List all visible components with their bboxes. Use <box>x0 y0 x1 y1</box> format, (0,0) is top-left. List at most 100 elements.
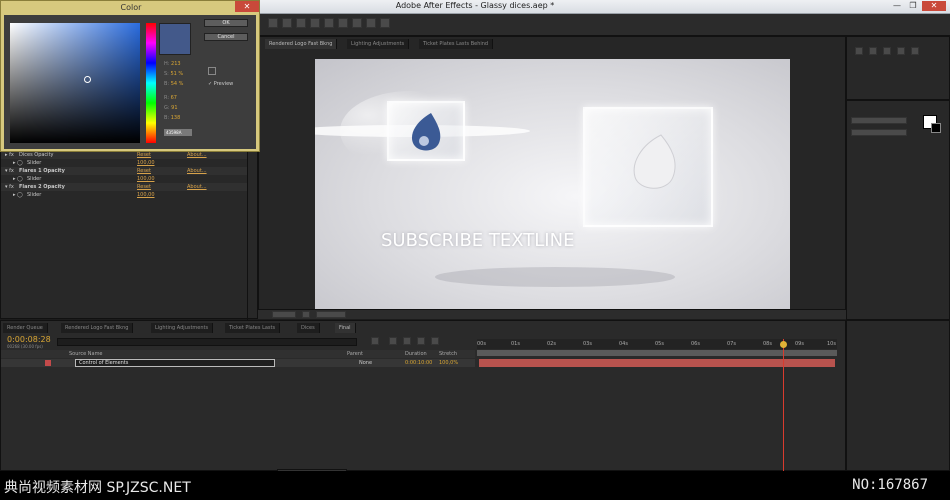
tool-pen[interactable] <box>366 18 376 28</box>
playhead-handle[interactable] <box>780 341 787 348</box>
tool-text[interactable] <box>380 18 390 28</box>
saturation-value[interactable]: 51 % <box>170 71 183 77</box>
paragraph-panel <box>846 320 950 471</box>
green-row: G: 91 <box>164 105 178 111</box>
close-button[interactable]: ✕ <box>922 1 946 11</box>
slider-value[interactable]: 100,00 <box>137 175 155 183</box>
tool-zoom[interactable] <box>296 18 306 28</box>
drop-logo-icon <box>411 113 441 151</box>
small-glass-cube <box>387 101 465 161</box>
maximize-button[interactable]: ❐ <box>906 1 920 11</box>
slider-value[interactable]: 100,00 <box>137 159 155 167</box>
font-family-select[interactable] <box>851 117 907 124</box>
prev-frame-button[interactable] <box>869 47 877 55</box>
tab-comp-2[interactable]: Lighting Adjustments <box>347 39 410 49</box>
layer-duration[interactable]: 0:00:10:00 <box>405 359 432 367</box>
drop-logo-icon <box>633 134 676 189</box>
watermark-right: NO:167867 <box>852 477 928 493</box>
eyedropper-icon[interactable] <box>208 67 216 75</box>
next-frame-button[interactable] <box>897 47 905 55</box>
effect-row[interactable]: ▾ fx Flares 1 Opacity Reset About... <box>1 167 248 175</box>
tool-pan[interactable] <box>338 18 348 28</box>
col-stretch: Stretch <box>439 351 458 357</box>
blue-row: B: 138 <box>164 115 181 121</box>
effect-slider-row: ▸ ◯ Slider 100,00 <box>13 191 155 199</box>
current-timecode[interactable]: 0:00:08:28 <box>7 335 51 344</box>
color-picker-dialog: Color ✕ OK Cancel H: 213 S: 51 % B: 54 %… <box>0 0 260 152</box>
hue-row: H: 213 <box>164 61 181 67</box>
hue-value[interactable]: 213 <box>171 61 181 67</box>
grid-button[interactable] <box>302 311 310 318</box>
slider-value[interactable]: 100,00 <box>137 191 155 199</box>
layer-stretch[interactable]: 100,0% <box>439 359 458 367</box>
timeline-panel: Render Queue Rendered Logo Fast Bkng Lig… <box>0 320 846 477</box>
play-button[interactable] <box>883 47 891 55</box>
layer-name-field[interactable]: Control of Elements <box>75 359 275 367</box>
col-source-name: Source Name <box>69 351 103 357</box>
dialog-close-button[interactable]: ✕ <box>235 1 259 12</box>
preview-checkbox[interactable]: ✓ Preview <box>208 81 233 87</box>
viewer-controls-bar <box>258 309 846 319</box>
hex-field[interactable]: 43598A <box>164 129 192 136</box>
tool-rotate[interactable] <box>310 18 320 28</box>
font-style-select[interactable] <box>851 129 907 136</box>
stroke-color-swatch[interactable] <box>931 123 941 133</box>
layer-columns-header: Source Name Parent Duration Stretch <box>1 350 475 358</box>
ok-button[interactable]: OK <box>204 19 248 27</box>
light-flare <box>315 91 675 287</box>
magnification-select[interactable] <box>272 311 296 318</box>
layer-row[interactable]: Control of Elements None 0:00:10:00 100,… <box>1 359 475 367</box>
layer-parent-select[interactable]: None <box>359 359 372 367</box>
effect-row[interactable]: ▸ fx Dices Opacity Reset About... <box>1 151 248 159</box>
tab-timeline-1[interactable]: Rendered Logo Fast Bkng <box>61 323 134 333</box>
layer-duration-bar[interactable] <box>479 359 835 367</box>
effect-slider-row: ▸ ◯ Slider 100,00 <box>13 175 155 183</box>
tool-selection[interactable] <box>268 18 278 28</box>
tool-hand[interactable] <box>282 18 292 28</box>
brightness-row: B: 54 % <box>164 81 184 87</box>
first-frame-button[interactable] <box>855 47 863 55</box>
col-duration: Duration <box>405 351 427 357</box>
effect-slider-row: ▸ ◯ Slider 100,00 <box>13 159 155 167</box>
current-time-indicator[interactable] <box>783 339 784 472</box>
tab-timeline-5[interactable]: Final <box>335 323 356 333</box>
cancel-button[interactable]: Cancel <box>204 33 248 41</box>
red-value[interactable]: 67 <box>171 95 177 101</box>
color-field[interactable] <box>10 23 140 143</box>
draft-3d-button[interactable] <box>389 337 397 345</box>
dialog-title: Color <box>120 3 142 12</box>
tab-comp-1[interactable]: Rendered Logo Fast Bkng <box>265 39 338 49</box>
shy-layers-button[interactable] <box>403 337 411 345</box>
tab-timeline-3[interactable]: Ticket Plates Lasts <box>225 323 281 333</box>
brightness-value[interactable]: 54 % <box>171 81 184 87</box>
tool-mask[interactable] <box>352 18 362 28</box>
color-field-marker[interactable] <box>84 76 91 83</box>
dialog-body: OK Cancel H: 213 S: 51 % B: 54 % R: 67 G… <box>4 15 256 149</box>
color-preview-swatch <box>159 23 191 55</box>
tab-timeline-4[interactable]: Dices <box>297 323 320 333</box>
blue-value[interactable]: 138 <box>171 115 181 121</box>
layer-label-color[interactable] <box>45 360 51 366</box>
tab-comp-3[interactable]: Ticket Plates Lasts Behind <box>419 39 494 49</box>
frame-blending-button[interactable] <box>417 337 425 345</box>
tab-timeline-2[interactable]: Lighting Adjustments <box>151 323 214 333</box>
tool-camera[interactable] <box>324 18 334 28</box>
large-glass-cube <box>583 107 713 227</box>
tab-render-queue[interactable]: Render Queue <box>3 323 48 333</box>
composition-viewer[interactable]: SUBSCRIBE TEXTLINE <box>315 59 790 309</box>
layer-search-input[interactable] <box>57 338 357 346</box>
green-value[interactable]: 91 <box>171 105 177 111</box>
last-frame-button[interactable] <box>911 47 919 55</box>
red-row: R: 67 <box>164 95 177 101</box>
hue-slider[interactable] <box>146 23 156 143</box>
character-panel <box>846 100 950 320</box>
overlay-text: SUBSCRIBE TEXTLINE <box>381 230 575 251</box>
comp-mini-flowchart-button[interactable] <box>371 337 379 345</box>
timecode-display[interactable] <box>316 311 346 318</box>
minimize-button[interactable]: — <box>890 1 904 11</box>
motion-blur-button[interactable] <box>431 337 439 345</box>
col-parent: Parent <box>347 351 364 357</box>
timecode-frames: 00268 (30.00 fps) <box>7 344 43 349</box>
saturation-row: S: 51 % <box>164 71 184 77</box>
effect-row[interactable]: ▾ fx Flares 2 Opacity Reset About... <box>1 183 248 191</box>
